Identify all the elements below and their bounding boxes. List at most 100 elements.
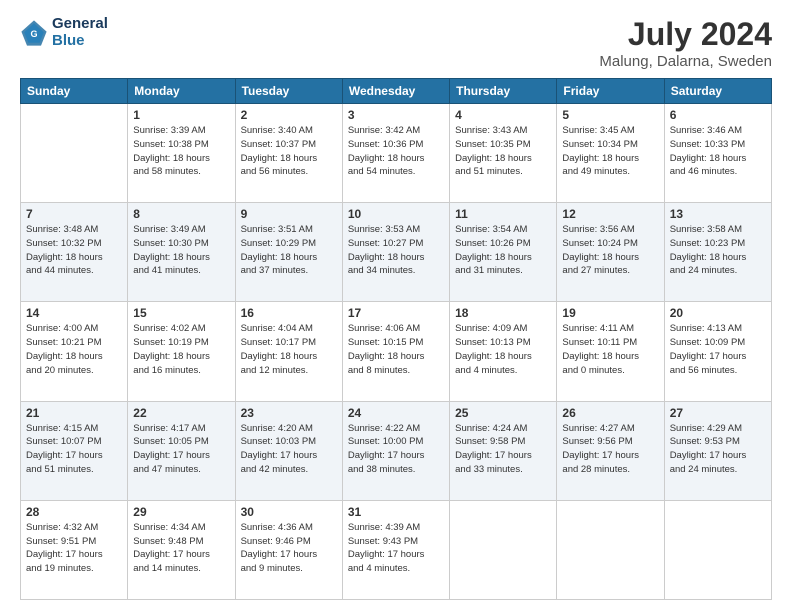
- calendar-cell: 4 Sunrise: 3:43 AMSunset: 10:35 PMDayligh…: [450, 104, 557, 203]
- day-info: Sunrise: 4:32 AMSunset: 9:51 PMDaylight:…: [26, 521, 122, 576]
- day-number: 28: [26, 505, 122, 519]
- calendar-cell: 1 Sunrise: 3:39 AMSunset: 10:38 PMDayligh…: [128, 104, 235, 203]
- calendar-cell: 31Sunrise: 4:39 AMSunset: 9:43 PMDayligh…: [342, 500, 449, 599]
- logo: G General Blue: [20, 16, 108, 49]
- day-info: Sunrise: 4:06 AMSunset: 10:15 PMDaylight…: [348, 322, 444, 377]
- calendar-cell: 13 Sunrise: 3:58 AMSunset: 10:23 PMDaylig…: [664, 203, 771, 302]
- day-number: 24: [348, 406, 444, 420]
- day-info: Sunrise: 3:53 AMSunset: 10:27 PMDaylight…: [348, 223, 444, 278]
- calendar-cell: 3Sunrise: 3:42 AMSunset: 10:36 PMDayligh…: [342, 104, 449, 203]
- day-number: 22: [133, 406, 229, 420]
- calendar-cell: 20 Sunrise: 4:13 AMSunset: 10:09 PMDaylig…: [664, 302, 771, 401]
- calendar-cell: [557, 500, 664, 599]
- calendar-cell: 5Sunrise: 3:45 AMSunset: 10:34 PMDayligh…: [557, 104, 664, 203]
- day-info: Sunrise: 4:22 AMSunset: 10:00 PMDaylight…: [348, 422, 444, 477]
- day-number: 30: [241, 505, 337, 519]
- calendar-cell: [21, 104, 128, 203]
- day-header-monday: Monday: [128, 79, 235, 104]
- calendar-week-5: 28 Sunrise: 4:32 AMSunset: 9:51 PMDayligh…: [21, 500, 772, 599]
- day-number: 23: [241, 406, 337, 420]
- calendar-cell: 9 Sunrise: 3:51 AMSunset: 10:29 PMDayligh…: [235, 203, 342, 302]
- header: G General Blue July 2024 Malung, Dalarna…: [20, 16, 772, 70]
- day-number: 9: [241, 207, 337, 221]
- calendar-cell: 10 Sunrise: 3:53 AMSunset: 10:27 PMDaylig…: [342, 203, 449, 302]
- day-info: Sunrise: 4:09 AMSunset: 10:13 PMDaylight…: [455, 322, 551, 377]
- calendar-header-row: SundayMondayTuesdayWednesdayThursdayFrid…: [21, 79, 772, 104]
- day-info: Sunrise: 4:27 AMSunset: 9:56 PMDaylight:…: [562, 422, 658, 477]
- day-number: 13: [670, 207, 766, 221]
- logo-text-block: General Blue: [52, 16, 108, 49]
- calendar-cell: 24 Sunrise: 4:22 AMSunset: 10:00 PMDaylig…: [342, 401, 449, 500]
- calendar-cell: 28 Sunrise: 4:32 AMSunset: 9:51 PMDayligh…: [21, 500, 128, 599]
- day-number: 14: [26, 306, 122, 320]
- day-info: Sunrise: 3:48 AMSunset: 10:32 PMDaylight…: [26, 223, 122, 278]
- day-number: 31: [348, 505, 444, 519]
- day-info: Sunrise: 3:58 AMSunset: 10:23 PMDaylight…: [670, 223, 766, 278]
- day-info: Sunrise: 3:43 AMSunset: 10:35 PMDaylight…: [455, 124, 551, 179]
- calendar-cell: 25 Sunrise: 4:24 AMSunset: 9:58 PMDayligh…: [450, 401, 557, 500]
- page: G General Blue July 2024 Malung, Dalarna…: [0, 0, 792, 612]
- day-info: Sunrise: 4:02 AMSunset: 10:19 PMDaylight…: [133, 322, 229, 377]
- calendar-table: SundayMondayTuesdayWednesdayThursdayFrid…: [20, 78, 772, 600]
- calendar-cell: 22 Sunrise: 4:17 AMSunset: 10:05 PMDaylig…: [128, 401, 235, 500]
- day-number: 7: [26, 207, 122, 221]
- calendar-week-4: 21 Sunrise: 4:15 AMSunset: 10:07 PMDaylig…: [21, 401, 772, 500]
- day-number: 17: [348, 306, 444, 320]
- day-number: 11: [455, 207, 551, 221]
- day-info: Sunrise: 4:00 AMSunset: 10:21 PMDaylight…: [26, 322, 122, 377]
- day-info: Sunrise: 4:24 AMSunset: 9:58 PMDaylight:…: [455, 422, 551, 477]
- day-info: Sunrise: 4:04 AMSunset: 10:17 PMDaylight…: [241, 322, 337, 377]
- location: Malung, Dalarna, Sweden: [599, 53, 772, 70]
- calendar-cell: 23Sunrise: 4:20 AMSunset: 10:03 PMDaylig…: [235, 401, 342, 500]
- title-section: July 2024 Malung, Dalarna, Sweden: [599, 16, 772, 70]
- day-info: Sunrise: 4:17 AMSunset: 10:05 PMDaylight…: [133, 422, 229, 477]
- day-info: Sunrise: 3:51 AMSunset: 10:29 PMDaylight…: [241, 223, 337, 278]
- calendar-cell: 19 Sunrise: 4:11 AMSunset: 10:11 PMDaylig…: [557, 302, 664, 401]
- day-info: Sunrise: 3:42 AMSunset: 10:36 PMDaylight…: [348, 124, 444, 179]
- day-number: 4: [455, 108, 551, 122]
- day-info: Sunrise: 4:34 AMSunset: 9:48 PMDaylight:…: [133, 521, 229, 576]
- day-number: 10: [348, 207, 444, 221]
- day-info: Sunrise: 3:49 AMSunset: 10:30 PMDaylight…: [133, 223, 229, 278]
- month-year: July 2024: [599, 16, 772, 53]
- day-number: 1: [133, 108, 229, 122]
- day-number: 21: [26, 406, 122, 420]
- calendar-cell: 14 Sunrise: 4:00 AMSunset: 10:21 PMDaylig…: [21, 302, 128, 401]
- day-number: 19: [562, 306, 658, 320]
- day-info: Sunrise: 3:54 AMSunset: 10:26 PMDaylight…: [455, 223, 551, 278]
- calendar-cell: 15 Sunrise: 4:02 AMSunset: 10:19 PMDaylig…: [128, 302, 235, 401]
- day-number: 6: [670, 108, 766, 122]
- calendar-cell: 17 Sunrise: 4:06 AMSunset: 10:15 PMDaylig…: [342, 302, 449, 401]
- calendar-cell: 18 Sunrise: 4:09 AMSunset: 10:13 PMDaylig…: [450, 302, 557, 401]
- day-info: Sunrise: 4:36 AMSunset: 9:46 PMDaylight:…: [241, 521, 337, 576]
- calendar-cell: 29 Sunrise: 4:34 AMSunset: 9:48 PMDayligh…: [128, 500, 235, 599]
- calendar-cell: 16 Sunrise: 4:04 AMSunset: 10:17 PMDaylig…: [235, 302, 342, 401]
- day-number: 16: [241, 306, 337, 320]
- day-number: 15: [133, 306, 229, 320]
- day-number: 20: [670, 306, 766, 320]
- calendar-cell: 27Sunrise: 4:29 AMSunset: 9:53 PMDayligh…: [664, 401, 771, 500]
- day-info: Sunrise: 4:13 AMSunset: 10:09 PMDaylight…: [670, 322, 766, 377]
- day-number: 27: [670, 406, 766, 420]
- day-number: 18: [455, 306, 551, 320]
- day-number: 12: [562, 207, 658, 221]
- day-number: 29: [133, 505, 229, 519]
- logo-icon: G: [20, 19, 48, 47]
- calendar-cell: 12 Sunrise: 3:56 AMSunset: 10:24 PMDaylig…: [557, 203, 664, 302]
- day-header-sunday: Sunday: [21, 79, 128, 104]
- calendar-week-2: 7 Sunrise: 3:48 AMSunset: 10:32 PMDayligh…: [21, 203, 772, 302]
- day-info: Sunrise: 3:56 AMSunset: 10:24 PMDaylight…: [562, 223, 658, 278]
- day-header-thursday: Thursday: [450, 79, 557, 104]
- calendar-week-1: 1 Sunrise: 3:39 AMSunset: 10:38 PMDayligh…: [21, 104, 772, 203]
- day-info: Sunrise: 4:11 AMSunset: 10:11 PMDaylight…: [562, 322, 658, 377]
- calendar-cell: [664, 500, 771, 599]
- calendar-cell: 30 Sunrise: 4:36 AMSunset: 9:46 PMDayligh…: [235, 500, 342, 599]
- logo-blue: Blue: [52, 32, 85, 49]
- day-info: Sunrise: 3:45 AMSunset: 10:34 PMDaylight…: [562, 124, 658, 179]
- day-number: 8: [133, 207, 229, 221]
- day-header-friday: Friday: [557, 79, 664, 104]
- day-info: Sunrise: 3:39 AMSunset: 10:38 PMDaylight…: [133, 124, 229, 179]
- day-info: Sunrise: 4:15 AMSunset: 10:07 PMDaylight…: [26, 422, 122, 477]
- day-info: Sunrise: 3:46 AMSunset: 10:33 PMDaylight…: [670, 124, 766, 179]
- day-number: 25: [455, 406, 551, 420]
